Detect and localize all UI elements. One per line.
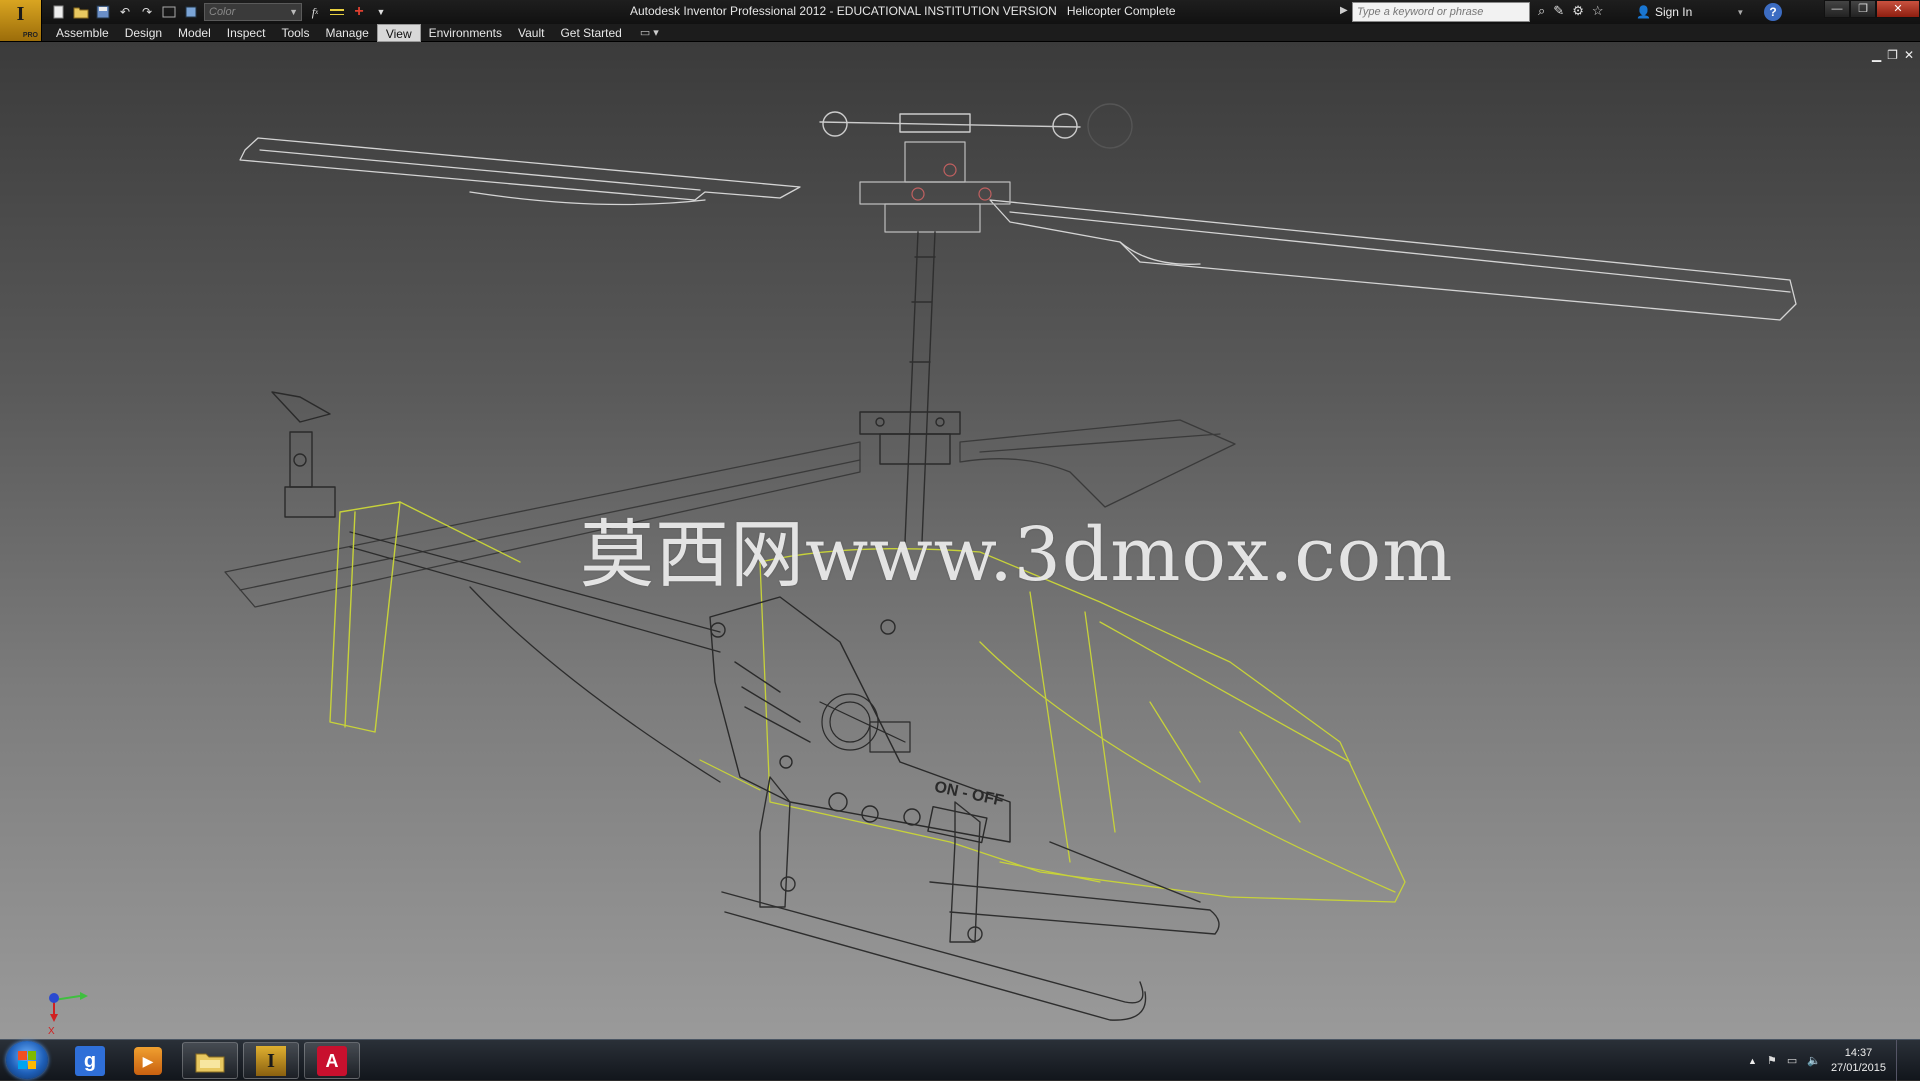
ribbon-tabs: Assemble Design Model Inspect Tools Mana…	[48, 24, 669, 42]
tab-manage[interactable]: Manage	[317, 24, 376, 42]
open-folder-icon[interactable]	[72, 3, 90, 21]
flybar	[819, 103, 1133, 149]
triad-axis-label: X	[48, 1026, 55, 1036]
action-center-flag-icon[interactable]: ⚑	[1767, 1054, 1777, 1067]
return-icon[interactable]	[160, 3, 178, 21]
tail-rotor	[271, 391, 336, 518]
lower-rotor-blade-right	[959, 419, 1236, 508]
tab-vault[interactable]: Vault	[510, 24, 552, 42]
taskbar-adobe-reader[interactable]: A	[304, 1042, 360, 1079]
app-edition-badge: PRO	[22, 32, 38, 39]
folder-icon	[195, 1053, 225, 1072]
clock-time: 14:37	[1844, 1046, 1873, 1059]
tab-design[interactable]: Design	[117, 24, 170, 42]
ribbon-display-toggle-icon[interactable]: ▭ ▾	[630, 24, 669, 42]
document-title: Helicopter Complete	[1066, 4, 1176, 18]
upper-rotor-blade-left	[239, 137, 801, 206]
user-icon: 👤	[1636, 5, 1651, 19]
tab-tools[interactable]: Tools	[273, 24, 317, 42]
subscription-icon[interactable]: ⚙	[1572, 3, 1584, 19]
play-icon: ▶	[134, 1046, 162, 1075]
graphics-viewport[interactable]: ▁ ❐ ✕ ON - OFF 莫西网www.3dmox.com X	[0, 42, 1920, 1039]
upper-rotor-blade-right	[989, 199, 1797, 321]
quick-access-toolbar: ↶ ↷ Color ▼ fx + ▼	[50, 2, 390, 22]
customize-dropdown-icon[interactable]: ▼	[372, 3, 390, 21]
system-clock[interactable]: 14:37 27/01/2015	[1831, 1046, 1886, 1076]
chevron-down-icon: ▼	[1736, 7, 1745, 17]
tab-get-started[interactable]: Get Started	[552, 24, 629, 42]
watermark-text: 莫西网www.3dmox.com	[580, 512, 1454, 598]
sign-in-label: Sign In	[1654, 5, 1693, 19]
minimize-button[interactable]: —	[1824, 0, 1850, 18]
gear-assembly	[819, 693, 911, 753]
chevron-down-icon: ▼	[289, 7, 298, 17]
show-hidden-icons-icon[interactable]: ▲	[1748, 1056, 1757, 1066]
close-button[interactable]: ✕	[1876, 0, 1920, 18]
clock-date: 27/01/2015	[1830, 1061, 1886, 1074]
app-logo: I	[16, 3, 25, 25]
tail-fin	[329, 501, 521, 733]
taskbar-autodesk-inventor[interactable]: I	[243, 1042, 299, 1079]
infocenter-tools: ⌕ ✎ ⚙ ☆	[1538, 3, 1604, 19]
color-override-select[interactable]: Color ▼	[204, 3, 302, 21]
taskbar: g ▶ I A ▲ ⚑ ▭ 🔈 14:37 27/01/2015	[0, 1039, 1920, 1081]
line-weight-icon[interactable]	[328, 3, 346, 21]
power-switch-label: ON - OFF	[933, 779, 1005, 810]
application-menu-button[interactable]: I PRO	[0, 0, 42, 42]
binoculars-icon[interactable]: ⌕	[1538, 3, 1545, 19]
g-icon: g	[75, 1045, 105, 1076]
system-tray: ▲ ⚑ ▭ 🔈 14:37 27/01/2015	[1748, 1040, 1920, 1081]
start-button[interactable]	[6, 1041, 48, 1079]
pdf-icon: A	[317, 1045, 347, 1076]
rotor-head	[859, 141, 1011, 233]
tab-assemble[interactable]: Assemble	[48, 24, 117, 42]
title-bar: I PRO ↶ ↷ Color ▼ fx + ▼ Autodesk Invent…	[0, 0, 1920, 42]
help-icon[interactable]: ?	[1764, 3, 1782, 21]
new-file-icon[interactable]	[50, 3, 68, 21]
window-controls: — ❐ ✕	[1824, 0, 1920, 18]
save-icon[interactable]	[94, 3, 112, 21]
show-desktop-button[interactable]	[1896, 1040, 1906, 1081]
tab-environments[interactable]: Environments	[421, 24, 510, 42]
search-placeholder: Type a keyword or phrase	[1357, 6, 1484, 18]
tab-inspect[interactable]: Inspect	[219, 24, 274, 42]
tab-model[interactable]: Model	[170, 24, 219, 42]
landing-skid	[721, 776, 1220, 1021]
redo-icon[interactable]: ↷	[138, 3, 156, 21]
view-triad-icon: X	[48, 992, 88, 1036]
windows-logo-icon	[18, 1051, 36, 1069]
network-icon[interactable]: ▭	[1787, 1054, 1797, 1067]
volume-icon[interactable]: 🔈	[1807, 1054, 1821, 1067]
maximize-button[interactable]: ❐	[1850, 0, 1876, 18]
favorites-star-icon[interactable]: ☆	[1592, 3, 1604, 19]
undo-icon[interactable]: ↶	[116, 3, 134, 21]
taskbar-google-chrome[interactable]: g	[62, 1042, 118, 1079]
frame-side-plate	[709, 596, 1011, 844]
search-expand-icon[interactable]: ▶	[1340, 5, 1348, 16]
color-select-value: Color	[209, 6, 236, 18]
tab-view[interactable]: View	[376, 24, 421, 42]
sign-in-button[interactable]: 👤 Sign In ▼	[1636, 5, 1744, 19]
taskbar-file-explorer[interactable]	[182, 1042, 238, 1079]
search-input[interactable]: Type a keyword or phrase	[1352, 2, 1530, 22]
inventor-icon: I	[256, 1045, 286, 1076]
formula-icon[interactable]: fx	[306, 3, 324, 21]
taskbar-media-player[interactable]: ▶	[120, 1042, 176, 1079]
window-title: Autodesk Inventor Professional 2012 - ED…	[630, 4, 1176, 18]
app-title: Autodesk Inventor Professional 2012 - ED…	[630, 4, 1057, 18]
update-icon[interactable]	[182, 3, 200, 21]
ribbon-tab-bar: Assemble Design Model Inspect Tools Mana…	[0, 24, 1920, 42]
wrench-icon[interactable]: ✎	[1553, 3, 1564, 19]
add-icon[interactable]: +	[350, 3, 368, 21]
